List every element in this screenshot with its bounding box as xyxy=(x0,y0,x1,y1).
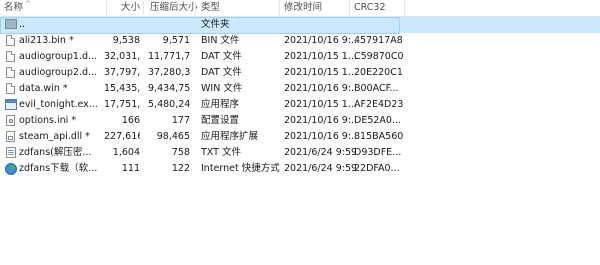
table-row-parent-folder[interactable]: .. 文件夹 xyxy=(0,17,600,34)
text-file-icon xyxy=(4,145,17,161)
file-size: 227,616 xyxy=(104,131,140,142)
column-header-name[interactable]: 名称 xyxy=(4,0,44,16)
file-icon xyxy=(4,81,17,97)
sort-ascending-icon: ^ xyxy=(25,0,31,8)
file-packed-size: 177 xyxy=(171,115,190,126)
dll-file-icon xyxy=(4,129,17,145)
file-crc32: B00ACF... xyxy=(354,83,399,94)
file-type: 文件夹 xyxy=(201,19,230,30)
file-type: BIN 文件 xyxy=(201,35,240,46)
file-type: WIN 文件 xyxy=(201,83,243,94)
column-divider[interactable] xyxy=(279,1,280,15)
file-name: data.win * xyxy=(19,83,68,94)
file-type: DAT 文件 xyxy=(201,51,242,62)
file-size: 17,751,040 xyxy=(104,99,140,110)
file-type: Internet 快捷方式 xyxy=(201,163,280,174)
file-type: 应用程序 xyxy=(201,99,240,110)
config-file-icon xyxy=(4,113,17,129)
file-name: .. xyxy=(19,19,26,30)
file-type: 应用程序扩展 xyxy=(201,131,259,142)
file-modified: 2021/10/16 9:... xyxy=(284,35,356,46)
file-crc32: AF2E4D23 xyxy=(354,99,404,110)
file-crc32: C59870C0 xyxy=(354,51,404,62)
file-modified: 2021/10/15 1... xyxy=(284,67,356,78)
column-divider[interactable] xyxy=(349,1,350,15)
table-row[interactable]: options.ini * 166 177 配置设置 2021/10/16 9:… xyxy=(0,113,600,129)
file-size: 37,797,454 xyxy=(104,67,140,78)
file-size: 111 xyxy=(121,163,140,174)
file-packed-size: 37,280,348 xyxy=(148,67,190,78)
file-size: 9,538 xyxy=(112,35,140,46)
file-size: 32,031,513 xyxy=(104,51,140,62)
file-name: steam_api.dll * xyxy=(19,131,90,142)
column-header-bar: 名称 ^ 大小 压缩后大小 类型 修改时间 CRC32 xyxy=(0,0,600,17)
file-crc32: 20E220C1 xyxy=(354,67,403,78)
file-modified: 2021/6/24 9:59 xyxy=(284,163,356,174)
column-header-packed-size[interactable]: 压缩后大小 xyxy=(150,0,200,16)
table-row[interactable]: zdfans(解压密... 1,604 758 TXT 文件 2021/6/24… xyxy=(0,145,600,161)
file-packed-size: 11,771,713 xyxy=(148,51,190,62)
table-row[interactable]: zdfans下载（软... 111 122 Internet 快捷方式 2021… xyxy=(0,161,600,177)
table-row[interactable]: audiogroup2.d... 37,797,454 37,280,348 D… xyxy=(0,65,600,81)
file-modified: 2021/6/24 9:59 xyxy=(284,147,356,158)
file-name: zdfans(解压密... xyxy=(19,147,92,158)
file-modified: 2021/10/16 9:... xyxy=(284,83,356,94)
application-icon xyxy=(4,97,17,113)
file-size: 15,435,820 xyxy=(104,83,140,94)
file-packed-size: 9,571 xyxy=(162,35,190,46)
file-name: audiogroup2.d... xyxy=(19,67,98,78)
internet-shortcut-icon xyxy=(4,161,17,177)
table-row[interactable]: steam_api.dll * 227,616 98,465 应用程序扩展 20… xyxy=(0,129,600,145)
column-header-modified[interactable]: 修改时间 xyxy=(284,0,344,16)
table-row[interactable]: audiogroup1.d... 32,031,513 11,771,713 D… xyxy=(0,49,600,65)
file-packed-size: 5,480,246 xyxy=(148,99,190,110)
file-type: 配置设置 xyxy=(201,115,240,126)
file-size: 166 xyxy=(121,115,140,126)
file-modified: 2021/10/16 9:... xyxy=(284,131,356,142)
file-name: evil_tonight.ex... xyxy=(19,99,98,110)
column-header-type[interactable]: 类型 xyxy=(201,0,241,16)
file-packed-size: 758 xyxy=(171,147,190,158)
file-name: zdfans下载（软... xyxy=(19,163,98,174)
column-divider[interactable] xyxy=(195,1,196,15)
file-icon xyxy=(4,33,17,49)
file-packed-size: 9,434,756 xyxy=(148,83,190,94)
table-row[interactable]: evil_tonight.ex... 17,751,040 5,480,246 … xyxy=(0,97,600,113)
file-crc32: 457917A8 xyxy=(354,35,403,46)
file-packed-size: 98,465 xyxy=(156,131,190,142)
file-crc32: 22DFA0... xyxy=(354,163,400,174)
file-type: DAT 文件 xyxy=(201,67,242,78)
file-list: .. 文件夹 ali213.bin * 9,538 9,571 BIN 文件 2… xyxy=(0,17,600,177)
file-name: options.ini * xyxy=(19,115,77,126)
column-divider[interactable] xyxy=(404,1,405,15)
file-modified: 2021/10/15 1... xyxy=(284,99,356,110)
file-icon xyxy=(4,65,17,81)
file-packed-size: 122 xyxy=(171,163,190,174)
file-crc32: D93DFE... xyxy=(354,147,402,158)
file-size: 1,604 xyxy=(112,147,140,158)
file-icon xyxy=(4,49,17,65)
folder-up-icon xyxy=(4,17,17,33)
table-row[interactable]: ali213.bin * 9,538 9,571 BIN 文件 2021/10/… xyxy=(0,33,600,49)
file-crc32: 815BA560 xyxy=(354,131,404,142)
file-crc32: DE52A0... xyxy=(354,115,402,126)
file-modified: 2021/10/15 1... xyxy=(284,51,356,62)
file-type: TXT 文件 xyxy=(201,147,241,158)
file-name: ali213.bin * xyxy=(19,35,74,46)
column-header-size[interactable]: 大小 xyxy=(104,0,140,16)
file-name: audiogroup1.d... xyxy=(19,51,98,62)
column-divider[interactable] xyxy=(143,1,144,15)
table-row[interactable]: data.win * 15,435,820 9,434,756 WIN 文件 2… xyxy=(0,81,600,97)
column-header-crc32[interactable]: CRC32 xyxy=(354,0,394,16)
file-modified: 2021/10/16 9:... xyxy=(284,115,356,126)
